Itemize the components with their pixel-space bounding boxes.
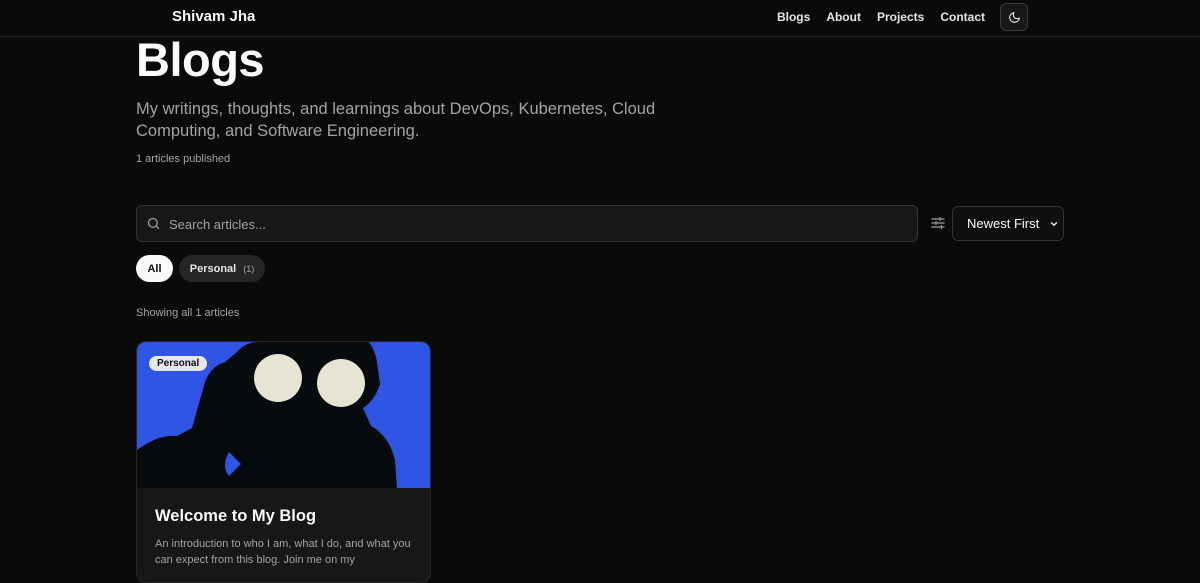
article-excerpt: An introduction to who I am, what I do, … — [155, 538, 411, 566]
article-category-badge: Personal — [149, 356, 208, 371]
brand-name[interactable]: Shivam Jha — [172, 8, 255, 25]
published-count: 1 articles published — [136, 153, 231, 165]
nav-link-projects[interactable]: Projects — [877, 10, 924, 24]
search-input[interactable] — [167, 206, 911, 243]
article-card[interactable]: Personal Welcome to My Blog An introduct… — [136, 341, 431, 583]
moon-icon — [1008, 11, 1020, 23]
category-chip-personal[interactable]: Personal (1) — [179, 255, 265, 282]
category-chip-all[interactable]: All — [136, 255, 173, 282]
main-nav: Blogs About Projects Contact — [777, 10, 985, 24]
page-subtitle: My writings, thoughts, and learnings abo… — [136, 100, 656, 140]
sort-selected-value: Newest First — [967, 216, 1040, 231]
category-chip-label: Personal — [189, 262, 237, 275]
search-box — [136, 205, 918, 243]
sort-select[interactable]: Newest First — [952, 206, 1064, 241]
chevron-down-icon — [1050, 222, 1058, 226]
search-icon — [147, 217, 160, 230]
page-title: Blogs — [136, 33, 265, 86]
theme-toggle-button[interactable] — [1000, 3, 1028, 31]
nav-link-about[interactable]: About — [826, 10, 861, 24]
results-count: Showing all 1 articles — [136, 307, 240, 319]
category-chip-count: (1) — [243, 263, 255, 274]
sliders-icon[interactable] — [930, 215, 946, 231]
nav-link-contact[interactable]: Contact — [940, 10, 985, 24]
nav-link-blogs[interactable]: Blogs — [777, 10, 810, 24]
article-title[interactable]: Welcome to My Blog — [155, 507, 316, 526]
